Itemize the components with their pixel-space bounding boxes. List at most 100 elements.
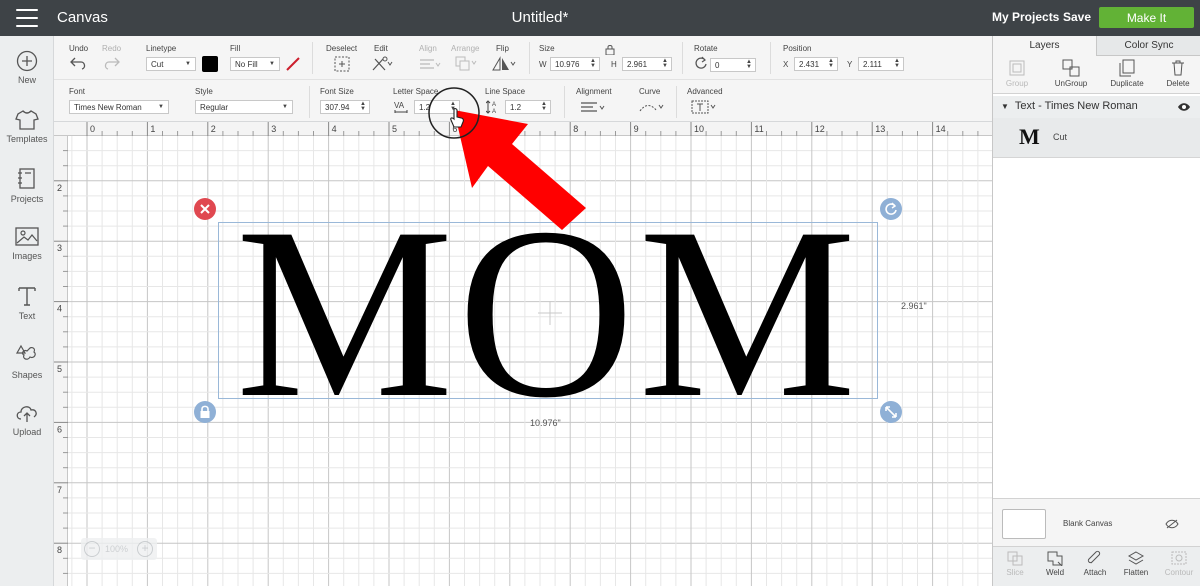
arrange-icon[interactable] — [455, 56, 477, 72]
sidebar-item-label: Upload — [12, 427, 42, 437]
stepper-arrows-icon[interactable]: ▲ ▼ — [746, 59, 752, 70]
chevron-down-icon: ▼ — [269, 61, 275, 67]
zoom-out-button[interactable]: − — [84, 541, 100, 557]
ungroup-button[interactable]: UnGroup — [1049, 59, 1093, 88]
font-size-input[interactable]: 307.94 ▲ ▼ — [320, 100, 370, 114]
sidebar-item-label: Projects — [10, 194, 44, 204]
width-value: 10.976 — [555, 60, 580, 69]
rotate-handle-icon[interactable] — [879, 197, 903, 221]
toolbar-divider — [770, 42, 771, 74]
flatten-button[interactable]: Flatten — [1115, 550, 1157, 577]
rotate-icon[interactable] — [694, 56, 708, 70]
fill-select[interactable]: No Fill ▼ — [230, 57, 280, 71]
height-input[interactable]: 2.961 ▲ ▼ — [622, 57, 672, 71]
lock-handle-icon[interactable] — [193, 400, 217, 424]
undo-icon[interactable] — [70, 56, 88, 70]
collapse-triangle-icon[interactable]: ▼ — [1001, 102, 1009, 111]
rotate-input[interactable]: 0 ▲ ▼ — [710, 58, 756, 72]
edit-scissors-icon[interactable] — [371, 56, 393, 72]
left-sidebar: New Templates Projects Images Text Shape… — [0, 36, 54, 586]
sidebar-item-new[interactable]: New — [0, 50, 54, 100]
sidebar-item-images[interactable]: Images — [0, 226, 54, 276]
tab-layers[interactable]: Layers — [993, 36, 1097, 56]
make-it-button[interactable]: Make It — [1099, 7, 1194, 28]
stepper-arrows-icon[interactable]: ▲ ▼ — [894, 58, 900, 69]
linetype-color-swatch[interactable] — [202, 56, 218, 72]
ruler-tick-label: 6 — [57, 424, 62, 434]
contour-button[interactable]: Contour — [1159, 550, 1199, 577]
slice-button[interactable]: Slice — [997, 550, 1033, 577]
align-icon[interactable] — [419, 58, 441, 70]
sidebar-item-upload[interactable]: Upload — [0, 402, 54, 452]
mouse-pointer-icon — [450, 108, 464, 128]
font-select[interactable]: Times New Roman ▼ — [69, 100, 169, 114]
duplicate-button[interactable]: Duplicate — [1105, 59, 1149, 88]
lock-aspect-icon[interactable] — [605, 45, 615, 55]
ruler-tick-label: 9 — [634, 124, 639, 134]
layer-group-header[interactable]: ▼ Text - Times New Roman — [993, 96, 1200, 118]
advanced-label: Advanced — [687, 87, 723, 96]
curve-text-icon[interactable] — [639, 100, 665, 114]
text-t-icon — [18, 287, 36, 306]
weld-button[interactable]: Weld — [1035, 550, 1075, 577]
ruler-tick-label: 5 — [57, 364, 62, 374]
layer-thumbnail: M — [1019, 124, 1040, 149]
sidebar-item-text[interactable]: Text — [0, 284, 54, 334]
no-fill-swatch-icon[interactable] — [285, 56, 301, 72]
ruler-tick-label: 3 — [57, 243, 62, 253]
flip-icon[interactable] — [492, 56, 516, 72]
weld-icon — [1047, 551, 1063, 566]
width-input[interactable]: 10.976 ▲ ▼ — [550, 57, 600, 71]
tab-color-sync[interactable]: Color Sync — [1097, 36, 1200, 56]
stepper-arrows-icon[interactable]: ▲ ▼ — [590, 58, 596, 69]
canvas-color-swatch[interactable] — [1002, 509, 1046, 539]
sidebar-item-label: New — [17, 75, 36, 85]
stepper-arrows-icon[interactable]: ▲ ▼ — [828, 58, 834, 69]
group-icon — [1009, 60, 1025, 76]
advanced-icon[interactable] — [691, 100, 717, 114]
my-projects-link[interactable]: My Projects — [992, 10, 1059, 24]
sidebar-item-projects[interactable]: Projects — [0, 167, 54, 217]
zoom-in-button[interactable]: + — [137, 541, 153, 557]
zoom-control: − 100% + — [81, 538, 157, 560]
resize-handle-icon[interactable] — [879, 400, 903, 424]
undo-label: Undo — [69, 44, 89, 53]
delete-button[interactable]: Delete — [1161, 59, 1195, 88]
style-select[interactable]: Regular ▼ — [195, 100, 293, 114]
ruler-tick-label: 13 — [875, 124, 885, 134]
deselect-icon[interactable] — [334, 56, 350, 72]
style-value: Regular — [200, 103, 229, 112]
panel-tabs: Layers Color Sync — [993, 36, 1200, 56]
y-label: Y — [847, 60, 853, 69]
delete-handle-icon[interactable] — [193, 197, 217, 221]
font-label: Font — [69, 87, 86, 96]
toolbar-divider — [682, 42, 683, 74]
height-dimension-label: 2.961" — [901, 301, 927, 311]
attach-label: Attach — [1083, 568, 1107, 577]
save-link[interactable]: Save — [1063, 10, 1091, 24]
layer-item[interactable]: M Cut — [993, 118, 1200, 158]
tshirt-icon — [15, 110, 39, 130]
y-position-input[interactable]: 2.111 ▲ ▼ — [858, 57, 904, 71]
width-label: W — [539, 60, 547, 69]
weld-label: Weld — [1045, 568, 1065, 577]
x-position-input[interactable]: 2.431 ▲ ▼ — [794, 57, 838, 71]
arrange-label: Arrange — [451, 44, 480, 53]
chevron-down-icon: ▼ — [282, 104, 288, 110]
linetype-select[interactable]: Cut ▼ — [146, 57, 196, 71]
contour-icon — [1171, 551, 1187, 565]
duplicate-label: Duplicate — [1110, 79, 1144, 88]
sidebar-item-templates[interactable]: Templates — [0, 109, 54, 159]
toolbar-divider — [309, 86, 310, 118]
center-crosshair-icon — [538, 301, 562, 325]
group-button[interactable]: Group — [999, 59, 1035, 88]
sidebar-item-shapes[interactable]: Shapes — [0, 343, 54, 393]
stepper-arrows-icon[interactable]: ▲ ▼ — [360, 101, 366, 112]
group-label: Group — [1005, 79, 1029, 88]
stepper-arrows-icon[interactable]: ▲ ▼ — [662, 58, 668, 69]
visibility-eye-icon[interactable] — [1177, 102, 1191, 112]
hidden-eye-icon[interactable] — [1165, 519, 1179, 529]
attach-button[interactable]: Attach — [1075, 550, 1115, 577]
trash-icon — [1172, 60, 1184, 76]
redo-icon[interactable] — [102, 56, 120, 70]
